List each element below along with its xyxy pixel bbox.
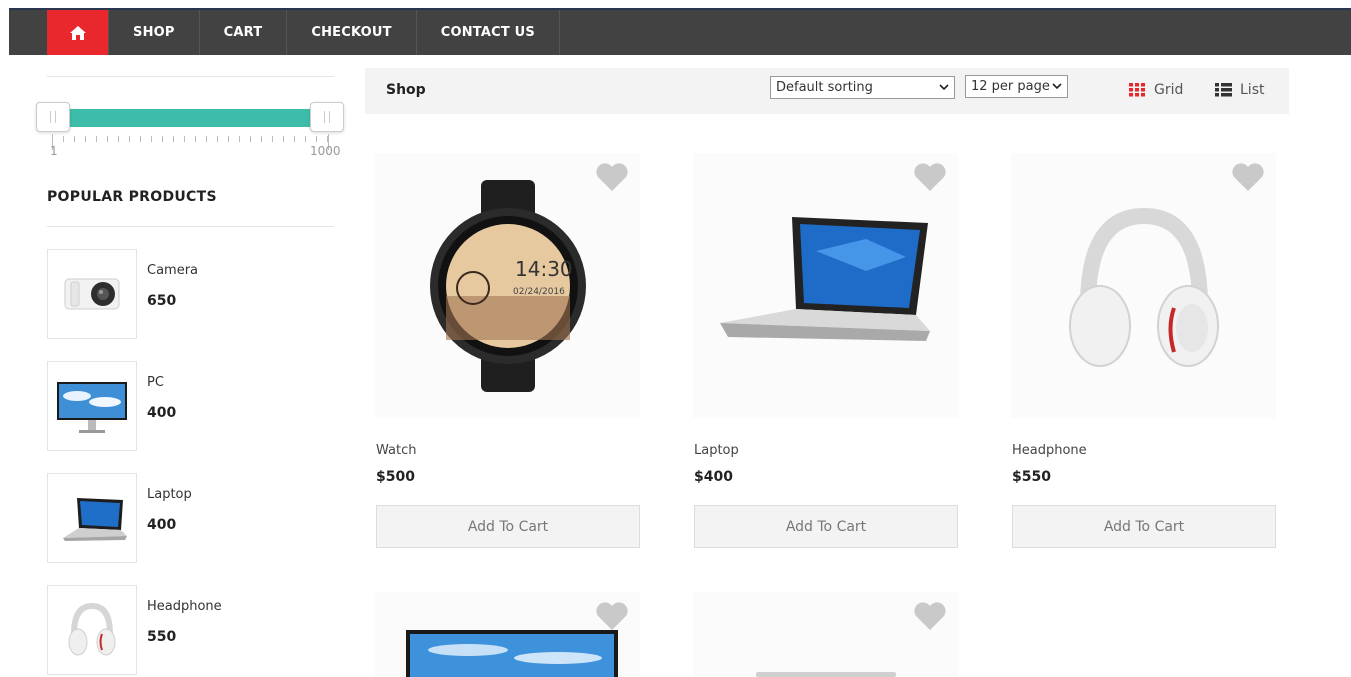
popular-product-name[interactable]: Laptop <box>147 487 192 502</box>
camera-thumbnail[interactable] <box>47 249 137 339</box>
popular-products-title: POPULAR PRODUCTS <box>47 189 217 205</box>
sort-select[interactable]: Default sorting <box>770 76 955 99</box>
grid-view-button[interactable]: Grid <box>1129 82 1183 98</box>
product-card <box>365 592 640 677</box>
laptop-thumbnail[interactable] <box>47 473 137 563</box>
home-icon <box>69 25 86 40</box>
wishlist-heart-icon[interactable] <box>1230 161 1266 193</box>
product-name[interactable]: Headphone <box>1012 443 1087 458</box>
product-card: 14:30 02/24/2016 Watch $500 Add To Cart <box>365 153 640 553</box>
popular-product-name[interactable]: PC <box>147 375 164 390</box>
nav-contact-us[interactable]: CONTACT US <box>417 10 560 55</box>
popular-product-item[interactable]: Laptop 400 <box>47 473 334 563</box>
slider-range-fill <box>69 109 329 127</box>
product-price: $550 <box>1012 469 1051 485</box>
shop-toolbar: Shop Default sorting 12 per page Grid Li… <box>365 68 1289 114</box>
sidebar-top-divider <box>47 76 334 77</box>
popular-product-price: 400 <box>147 517 177 533</box>
nav-shop[interactable]: SHOP <box>109 10 200 55</box>
home-button[interactable] <box>47 10 109 55</box>
headphone-thumbnail[interactable] <box>47 585 137 675</box>
product-card: Laptop $400 Add To Cart <box>683 153 958 553</box>
popular-product-name[interactable]: Headphone <box>147 599 222 614</box>
popular-product-price: 550 <box>147 629 177 645</box>
product-price: $500 <box>376 469 415 485</box>
chevron-down-icon <box>1052 83 1062 90</box>
slider-handle-min[interactable] <box>36 102 70 132</box>
add-to-cart-button[interactable]: Add To Cart <box>1012 505 1276 548</box>
grid-view-label: Grid <box>1154 82 1184 98</box>
add-to-cart-button[interactable]: Add To Cart <box>376 505 640 548</box>
product-name[interactable]: Watch <box>376 443 416 458</box>
wishlist-heart-icon[interactable] <box>912 600 948 632</box>
popular-product-item[interactable]: PC 400 <box>47 361 334 451</box>
popular-product-item[interactable]: Camera 650 <box>47 249 334 339</box>
sort-select-value: Default sorting <box>776 80 873 95</box>
per-page-select[interactable]: 12 per page <box>965 75 1068 98</box>
slider-handle-max[interactable] <box>310 102 344 132</box>
list-view-label: List <box>1240 82 1265 98</box>
list-view-button[interactable]: List <box>1215 82 1264 98</box>
popular-product-price: 650 <box>147 293 177 309</box>
per-page-value: 12 per page <box>971 79 1050 94</box>
popular-product-item[interactable]: Headphone 550 <box>47 585 334 675</box>
grid-icon <box>1129 83 1145 97</box>
list-icon <box>1215 83 1232 97</box>
top-navbar: SHOP CART CHECKOUT CONTACT US <box>9 8 1351 55</box>
nav-cart[interactable]: CART <box>200 10 288 55</box>
popular-product-name[interactable]: Camera <box>147 263 198 278</box>
chevron-down-icon <box>939 84 949 91</box>
svg-text:02/24/2016: 02/24/2016 <box>513 287 565 297</box>
svg-text:14:30: 14:30 <box>515 257 573 281</box>
shop-title: Shop <box>386 82 426 98</box>
add-to-cart-button[interactable]: Add To Cart <box>694 505 958 548</box>
product-price: $400 <box>694 469 733 485</box>
product-card: Headphone $550 Add To Cart <box>1001 153 1276 553</box>
product-card <box>683 592 958 677</box>
wishlist-heart-icon[interactable] <box>594 600 630 632</box>
pc-thumbnail[interactable] <box>47 361 137 451</box>
wishlist-heart-icon[interactable] <box>594 161 630 193</box>
nav-checkout[interactable]: CHECKOUT <box>287 10 417 55</box>
popular-products-divider <box>47 226 334 227</box>
popular-product-price: 400 <box>147 405 177 421</box>
product-name[interactable]: Laptop <box>694 443 739 458</box>
wishlist-heart-icon[interactable] <box>912 161 948 193</box>
slider-min-label: 1 <box>50 144 58 158</box>
slider-max-label: 1000 <box>310 144 341 158</box>
price-range-slider[interactable]: 1 1000 <box>36 102 344 162</box>
slider-ticks <box>52 136 328 156</box>
